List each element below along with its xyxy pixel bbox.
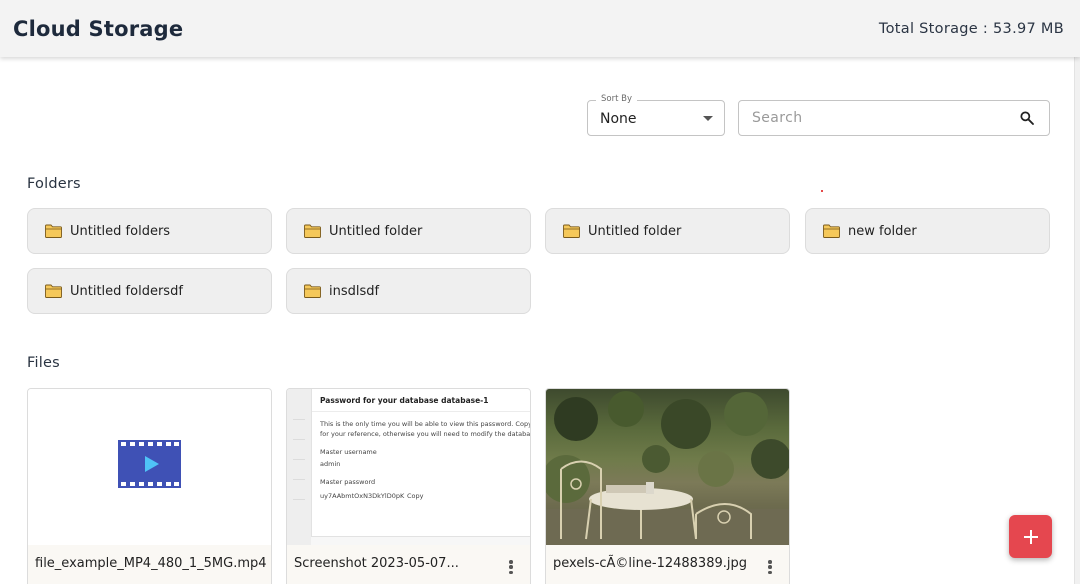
- sort-by-value: None: [600, 111, 637, 127]
- sort-by-label: Sort By: [596, 94, 637, 104]
- screenshot-text: Master password: [320, 478, 376, 486]
- file-card[interactable]: pexels-cÃ©line-12488389.jpg: [545, 388, 790, 584]
- screenshot-text: Copy: [407, 492, 424, 500]
- files-heading: Files: [27, 355, 60, 371]
- folder-label: new folder: [848, 223, 917, 239]
- stray-dot: [821, 190, 823, 192]
- dropdown-arrow-icon: [703, 116, 713, 121]
- video-icon: [118, 440, 181, 488]
- photo-thumbnail: [546, 391, 789, 545]
- more-options-icon[interactable]: [506, 558, 516, 576]
- folder-card[interactable]: Untitled foldersdf: [27, 268, 272, 314]
- divider: [312, 411, 530, 412]
- app-header: Cloud Storage Total Storage : 53.97 MB: [0, 0, 1080, 57]
- app-title: Cloud Storage: [13, 16, 184, 41]
- search-box: [738, 100, 1050, 136]
- more-options-icon[interactable]: [765, 558, 775, 576]
- screenshot-sidebar: [287, 389, 311, 545]
- folder-icon: [304, 284, 321, 298]
- search-input[interactable]: [740, 102, 1010, 134]
- screenshot-text: This is the only time you will be able t…: [320, 420, 531, 428]
- folder-icon: [45, 224, 62, 238]
- folder-icon: [304, 224, 321, 238]
- file-name: pexels-cÃ©line-12488389.jpg: [553, 556, 747, 571]
- file-name: Screenshot 2023-05-07...: [294, 556, 459, 571]
- folder-label: Untitled folder: [588, 223, 682, 239]
- search-icon[interactable]: [1019, 110, 1035, 126]
- screenshot-text: Master username: [320, 448, 377, 456]
- screenshot-text: uy7AAbmtOxN3DkYlD0pK: [320, 492, 405, 500]
- screenshot-text: admin: [320, 460, 341, 468]
- screenshot-panel: Password for your database database-1 Th…: [311, 389, 530, 537]
- folder-label: Untitled foldersdf: [70, 283, 183, 299]
- add-button[interactable]: [1009, 515, 1052, 558]
- file-name: file_example_MP4_480_1_5MG.mp4: [35, 556, 267, 571]
- file-footer: pexels-cÃ©line-12488389.jpg: [546, 545, 789, 584]
- file-card[interactable]: Password for your database database-1 Th…: [286, 388, 531, 584]
- scrollbar[interactable]: [1074, 57, 1080, 584]
- folder-card[interactable]: insdlsdf: [286, 268, 531, 314]
- plus-icon: [1023, 529, 1038, 544]
- file-thumbnail: [28, 389, 271, 545]
- folder-icon: [823, 224, 840, 238]
- sort-by-select[interactable]: Sort By None: [587, 94, 725, 136]
- folder-card[interactable]: Untitled folder: [286, 208, 531, 254]
- file-thumbnail: Password for your database database-1 Th…: [287, 389, 530, 545]
- folder-icon: [563, 224, 580, 238]
- file-thumbnail: [546, 389, 789, 545]
- folder-label: insdlsdf: [329, 283, 380, 299]
- folders-heading: Folders: [27, 176, 81, 192]
- folder-label: Untitled folder: [329, 223, 423, 239]
- folder-icon: [45, 284, 62, 298]
- screenshot-title: Password for your database database-1: [320, 396, 489, 405]
- file-card[interactable]: file_example_MP4_480_1_5MG.mp4: [27, 388, 272, 584]
- screenshot-text: for your reference, otherwise you will n…: [320, 430, 531, 438]
- file-footer: file_example_MP4_480_1_5MG.mp4: [28, 545, 271, 584]
- folder-label: Untitled folders: [70, 223, 171, 239]
- folder-card[interactable]: new folder: [805, 208, 1050, 254]
- folder-card[interactable]: Untitled folder: [545, 208, 790, 254]
- file-footer: Screenshot 2023-05-07...: [287, 545, 530, 584]
- folder-card[interactable]: Untitled folders: [27, 208, 272, 254]
- total-storage-label: Total Storage : 53.97 MB: [878, 20, 1064, 37]
